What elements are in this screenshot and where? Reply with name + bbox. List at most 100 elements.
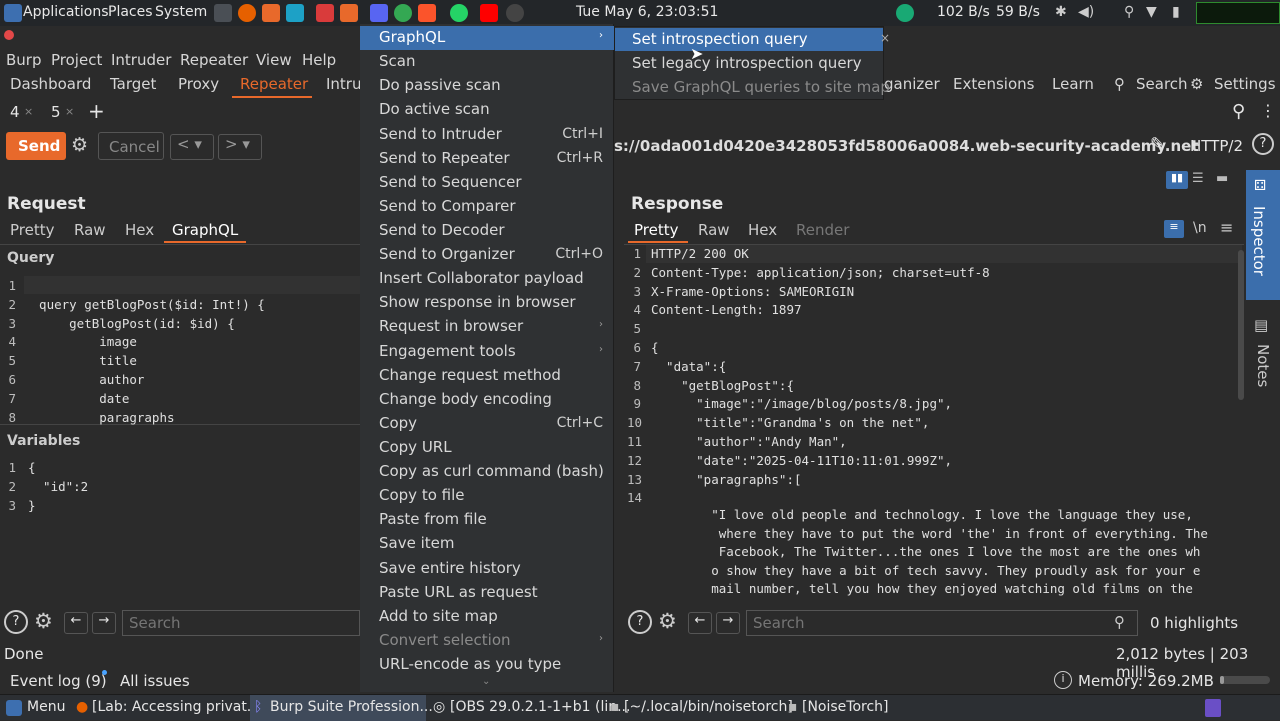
tab-target[interactable]: Target bbox=[110, 75, 156, 93]
tab-intruder[interactable]: Intru bbox=[326, 75, 362, 93]
response-search-input[interactable] bbox=[746, 610, 1138, 636]
brave-icon[interactable] bbox=[418, 4, 436, 22]
context-menu-item[interactable]: Send to Intruder bbox=[379, 125, 502, 143]
tab-organizer[interactable]: ganizer bbox=[884, 75, 940, 93]
context-menu-item[interactable]: Do active scan bbox=[379, 100, 490, 118]
menu-project[interactable]: Project bbox=[51, 51, 102, 69]
tab-learn[interactable]: Learn bbox=[1052, 75, 1094, 93]
context-menu-item[interactable]: Send to Sequencer bbox=[379, 173, 522, 191]
request-tab-hex[interactable]: Hex bbox=[125, 221, 154, 239]
menu-burp[interactable]: Burp bbox=[6, 51, 42, 69]
taskbar-item-noisetorch-terminal[interactable]: [~/.local/bin/noisetorch] bbox=[624, 699, 793, 715]
add-tab-icon[interactable]: + bbox=[88, 99, 105, 123]
layout-single-icon[interactable]: ▬ bbox=[1216, 171, 1228, 186]
request-tab-raw[interactable]: Raw bbox=[74, 221, 106, 239]
newline-toggle-icon[interactable]: \n bbox=[1193, 220, 1207, 236]
context-menu-item[interactable]: Send to Repeater bbox=[379, 149, 510, 167]
response-prev-icon[interactable]: ← bbox=[688, 612, 712, 634]
context-menu-item[interactable]: Save item bbox=[379, 534, 454, 552]
tab-repeater[interactable]: Repeater bbox=[240, 75, 308, 93]
chatgpt-icon[interactable] bbox=[506, 4, 524, 22]
context-menu-item[interactable]: GraphQL bbox=[379, 28, 445, 46]
request-help-icon[interactable]: ? bbox=[4, 610, 28, 634]
response-scrollbar[interactable] bbox=[1238, 250, 1244, 400]
context-menu-item[interactable]: Send to Comparer bbox=[379, 197, 516, 215]
history-back-button[interactable]: < ▾ bbox=[170, 134, 214, 160]
notes-icon[interactable]: ▤ bbox=[1254, 316, 1268, 334]
burp-launcher-icon[interactable] bbox=[262, 4, 280, 22]
tab-search[interactable]: Search bbox=[1136, 75, 1188, 93]
context-menu-item[interactable]: URL-encode as you type bbox=[379, 655, 561, 673]
context-menu-item[interactable]: Copy URL bbox=[379, 438, 452, 456]
menu-repeater[interactable]: Repeater bbox=[180, 51, 248, 69]
context-menu-item[interactable]: Paste URL as request bbox=[379, 583, 538, 601]
edit-pencil-icon[interactable]: ✎ bbox=[1150, 134, 1165, 155]
context-menu-item[interactable]: Show response in browser bbox=[379, 293, 576, 311]
scroll-down-icon[interactable]: ⌄ bbox=[482, 676, 490, 687]
history-forward-button[interactable]: > ▾ bbox=[218, 134, 262, 160]
context-menu-item[interactable]: Send to Organizer bbox=[379, 245, 515, 263]
tab-proxy[interactable]: Proxy bbox=[178, 75, 219, 93]
submenu-item[interactable]: Set introspection query bbox=[632, 30, 808, 48]
applications-menu[interactable]: Applications bbox=[23, 4, 109, 20]
word-wrap-icon[interactable]: ≡ bbox=[1164, 220, 1184, 238]
tab-extensions[interactable]: Extensions bbox=[953, 75, 1034, 93]
context-menu-item[interactable]: Save entire history bbox=[379, 559, 521, 577]
response-tab-pretty[interactable]: Pretty bbox=[634, 221, 679, 239]
submenu-item[interactable]: Save GraphQL queries to site map bbox=[632, 78, 890, 96]
request-next-icon[interactable]: → bbox=[92, 612, 116, 634]
request-settings-icon[interactable]: ⚙ bbox=[34, 609, 53, 633]
context-menu-item[interactable]: Send to Decoder bbox=[379, 221, 505, 239]
volume-icon[interactable]: ◀) bbox=[1078, 4, 1094, 20]
taskbar-menu[interactable]: Menu bbox=[27, 699, 65, 715]
menu-intruder[interactable]: Intruder bbox=[111, 51, 171, 69]
menu-view[interactable]: View bbox=[256, 51, 292, 69]
taskbar-item-obs[interactable]: [OBS 29.0.2.1-1+b1 (lin... bbox=[450, 699, 630, 715]
chrome-icon[interactable] bbox=[394, 4, 412, 22]
request-prev-icon[interactable]: ← bbox=[64, 612, 88, 634]
submenu-item[interactable]: Set legacy introspection query bbox=[632, 54, 862, 72]
youtube-icon[interactable] bbox=[480, 4, 498, 22]
response-next-icon[interactable]: → bbox=[716, 612, 740, 634]
layout-rows-icon[interactable]: ☰ bbox=[1192, 171, 1204, 186]
settings-gear-icon[interactable]: ⚙ bbox=[71, 134, 88, 156]
event-log-link[interactable]: Event log (9) bbox=[10, 672, 107, 690]
context-menu-item[interactable]: Scan bbox=[379, 52, 415, 70]
window-close-icon[interactable] bbox=[4, 30, 14, 40]
cancel-button[interactable]: Cancel bbox=[98, 132, 164, 160]
firefox-icon[interactable] bbox=[238, 4, 256, 22]
wifi-icon[interactable]: ▼ bbox=[1146, 4, 1157, 20]
pdf-icon[interactable] bbox=[316, 4, 334, 22]
tab-settings[interactable]: Settings bbox=[1214, 75, 1276, 93]
discord-icon[interactable] bbox=[370, 4, 388, 22]
menu-help[interactable]: Help bbox=[302, 51, 336, 69]
inspector-tab[interactable]: ⚃ Inspector bbox=[1246, 170, 1280, 300]
context-menu-item[interactable]: Copy as curl command (bash) bbox=[379, 462, 604, 480]
context-menu-item[interactable]: Change request method bbox=[379, 366, 561, 384]
request-tab-graphql[interactable]: GraphQL bbox=[172, 221, 238, 239]
close-icon[interactable]: × bbox=[880, 31, 890, 45]
tab-search-icon[interactable]: ⚲ bbox=[1232, 101, 1245, 122]
context-menu-item[interactable]: Add to site map bbox=[379, 607, 498, 625]
tab-dashboard[interactable]: Dashboard bbox=[10, 75, 91, 93]
system-menu[interactable]: System bbox=[155, 4, 207, 20]
context-menu-item[interactable]: Do passive scan bbox=[379, 76, 501, 94]
magnifier-icon[interactable]: ⚲ bbox=[1114, 75, 1125, 93]
response-settings-icon[interactable]: ⚙ bbox=[658, 609, 677, 633]
context-menu-item[interactable]: Request in browser bbox=[379, 317, 523, 335]
help-icon[interactable]: ? bbox=[1252, 133, 1274, 155]
bluetooth-icon[interactable]: ✱ bbox=[1055, 4, 1067, 20]
context-menu-item[interactable]: Insert Collaborator payload bbox=[379, 269, 584, 287]
response-tab-render[interactable]: Render bbox=[796, 221, 849, 239]
context-menu-item[interactable]: Paste from file bbox=[379, 510, 487, 528]
http-version[interactable]: HTTP/2 bbox=[1190, 137, 1243, 155]
response-menu-icon[interactable]: ≡ bbox=[1220, 218, 1233, 237]
places-menu[interactable]: Places bbox=[108, 4, 153, 20]
request-search-input[interactable] bbox=[122, 610, 360, 636]
burp-icon[interactable] bbox=[340, 4, 358, 22]
whatsapp-icon[interactable] bbox=[450, 4, 468, 22]
notes-tab[interactable]: Notes bbox=[1254, 344, 1272, 387]
context-menu-item[interactable]: Convert selection bbox=[379, 631, 511, 649]
taskbar-item-burp[interactable]: Burp Suite Profession... bbox=[270, 699, 433, 715]
battery-icon[interactable]: ▮ bbox=[1172, 4, 1180, 20]
